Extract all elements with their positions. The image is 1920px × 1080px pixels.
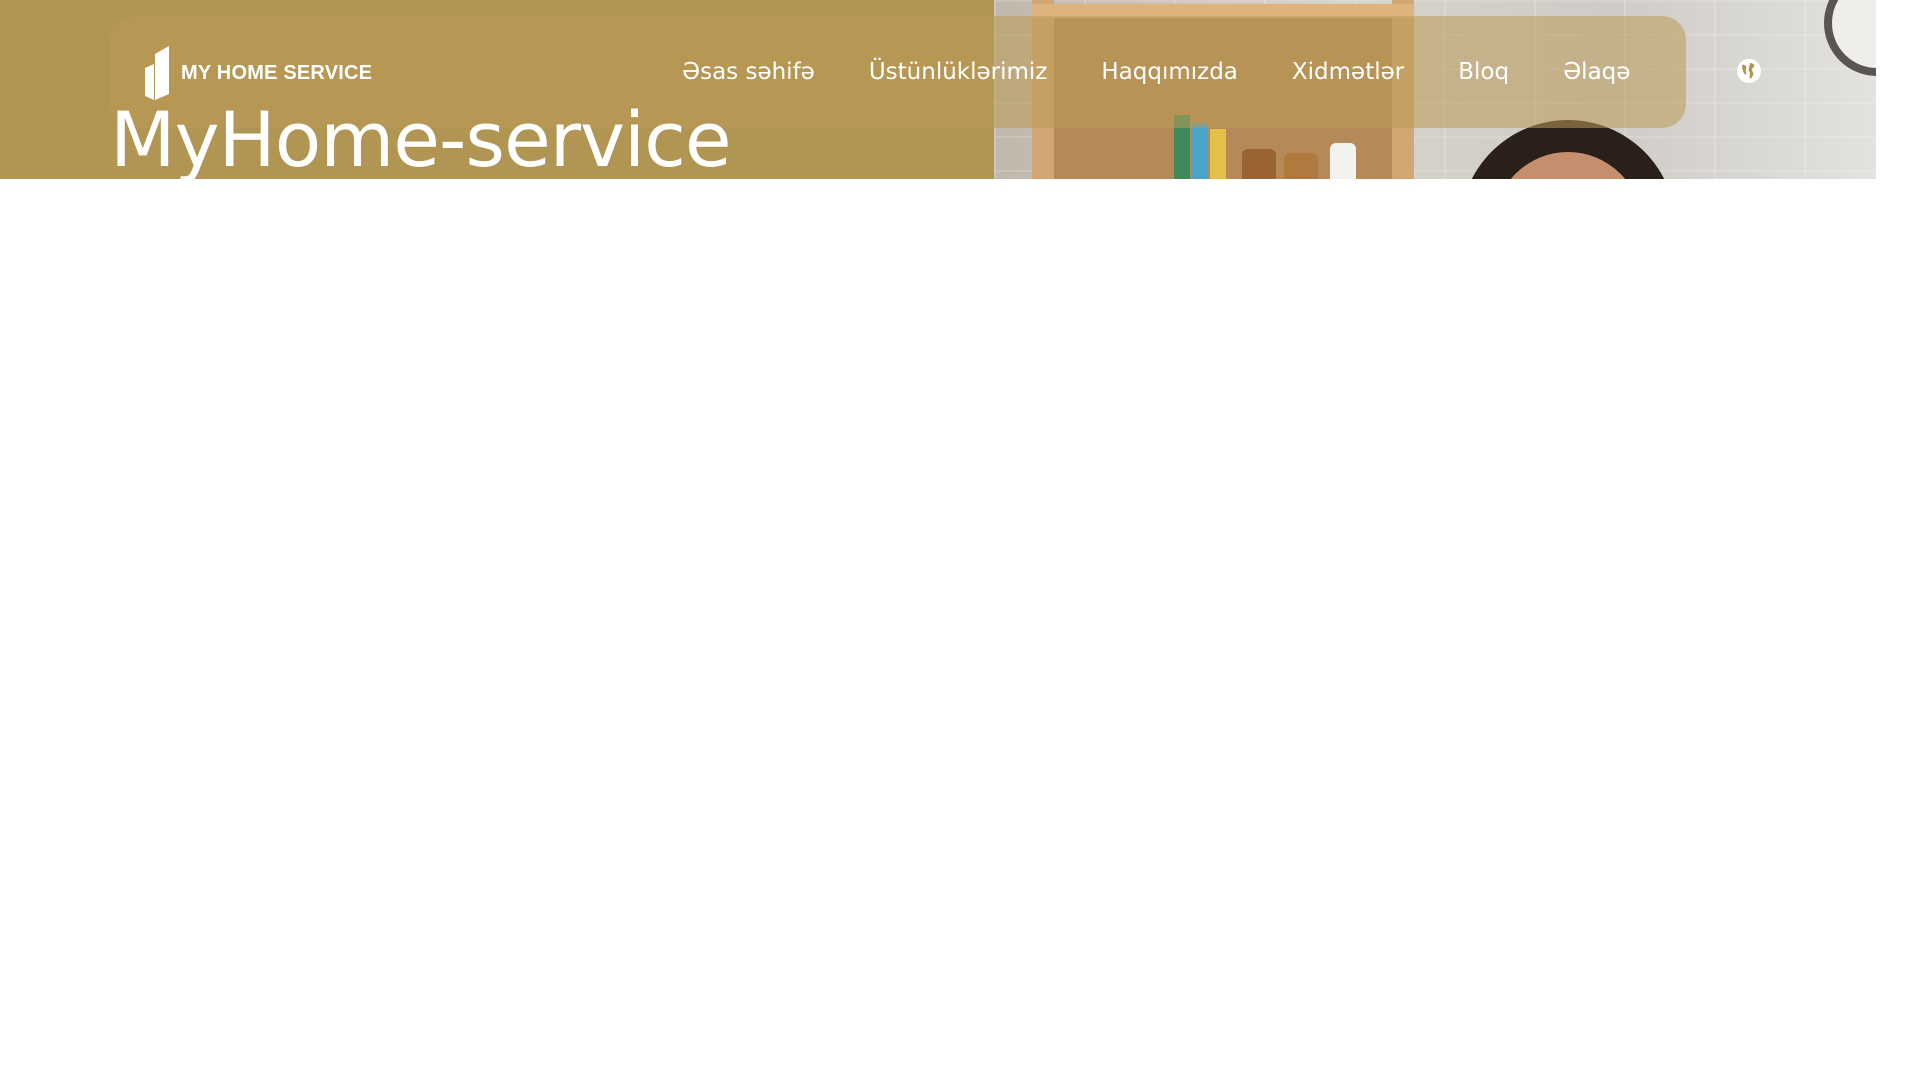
nav-item-blog[interactable]: Bloq: [1458, 54, 1509, 90]
nav-item-contact[interactable]: Əlaqə: [1563, 54, 1630, 90]
globe-icon[interactable]: [1736, 58, 1762, 84]
main-nav: Əsas səhifə Üstünlüklərimiz Haqqımızda X…: [682, 54, 1684, 90]
nav-item-home[interactable]: Əsas səhifə: [682, 54, 815, 90]
nav-item-about[interactable]: Haqqımızda: [1101, 54, 1238, 90]
brand-name: MY HOME SERVICE: [181, 61, 373, 84]
hero-photo-jar: [1284, 153, 1318, 179]
brand-logo[interactable]: MY HOME SERVICE: [145, 45, 372, 101]
hero-title: MyHome-service: [110, 95, 732, 179]
hero-photo-book: [1192, 123, 1208, 179]
hero-photo-jar: [1330, 143, 1356, 179]
nav-item-advantages[interactable]: Üstünlüklərimiz: [869, 54, 1048, 90]
building-logo-icon: [145, 46, 169, 100]
hero-photo-jar: [1242, 149, 1276, 179]
nav-item-services[interactable]: Xidmətlər: [1292, 54, 1404, 90]
hero-photo-book: [1210, 129, 1226, 179]
hero-section: MY HOME SERVICE Əsas səhifə Üstünlükləri…: [0, 0, 1876, 179]
main-content: [0, 179, 1920, 1080]
